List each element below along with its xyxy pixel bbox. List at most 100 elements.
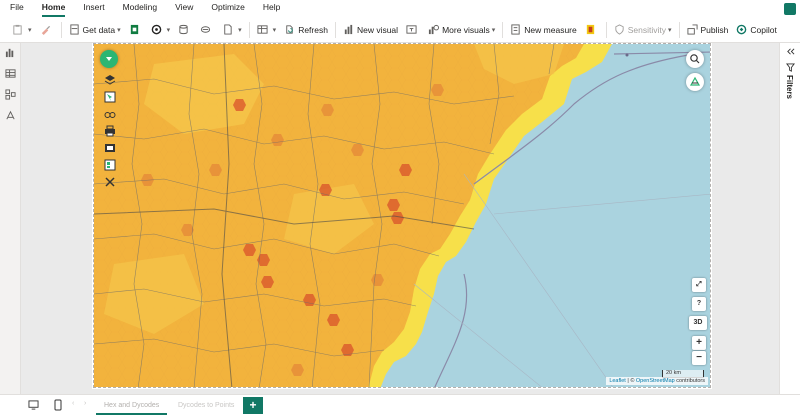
- publish-button[interactable]: Publish: [683, 20, 733, 40]
- search-icon: [690, 54, 700, 64]
- link-icon: [201, 26, 211, 33]
- enter-data-button[interactable]: [196, 20, 218, 40]
- sensitivity-label: Sensitivity: [627, 24, 666, 35]
- new-visual-button[interactable]: New visual: [339, 20, 402, 40]
- scroll-left-icon[interactable]: ‹: [72, 400, 74, 407]
- share-icon[interactable]: [784, 3, 796, 15]
- onelake-icon: [151, 24, 161, 35]
- publish-icon: [686, 24, 698, 35]
- quick-measure-button[interactable]: [581, 20, 603, 40]
- 3d-toggle-button[interactable]: 3D: [689, 316, 707, 330]
- transform-data-button[interactable]: ▾: [253, 20, 281, 40]
- binoculars-icon[interactable]: [104, 108, 116, 120]
- more-visuals-label: More visuals: [442, 24, 490, 35]
- attribution-tail: contributors: [674, 378, 705, 384]
- menu-optimize[interactable]: Optimize: [211, 0, 245, 17]
- copilot-button[interactable]: Copilot: [732, 20, 780, 40]
- paste-button[interactable]: ▾: [8, 20, 36, 40]
- dax-query-view-icon[interactable]: [5, 110, 16, 121]
- collapse-chevrons-icon[interactable]: [786, 47, 795, 56]
- new-visual-label: New visual: [356, 24, 399, 35]
- get-data-label: Get data: [82, 24, 116, 35]
- refresh-icon: [286, 25, 293, 34]
- menu-bar: File Home Insert Modeling View Optimize …: [0, 0, 800, 17]
- textbox-icon: [406, 25, 417, 34]
- quick-measure-icon: [586, 24, 594, 35]
- more-visuals-button[interactable]: More visuals ▾: [424, 20, 499, 40]
- brush-icon: [41, 25, 50, 35]
- map-attribution: Leaflet | © OpenStreetMap contributors: [606, 377, 708, 385]
- menu-home[interactable]: Home: [41, 0, 65, 17]
- basemap-button[interactable]: [686, 73, 704, 91]
- calculator-icon: [511, 24, 520, 35]
- copilot-label: Copilot: [750, 24, 777, 35]
- toggle-panel-button[interactable]: [100, 50, 118, 68]
- excel-button[interactable]: [125, 20, 147, 40]
- copilot-icon: [737, 24, 747, 35]
- zoom-out-button[interactable]: −: [692, 351, 706, 365]
- select-icon[interactable]: [104, 91, 116, 103]
- refresh-label: Refresh: [298, 24, 328, 35]
- chevron-down-icon: [106, 57, 112, 61]
- excel-icon: [130, 24, 138, 35]
- sql-server-button[interactable]: [174, 20, 196, 40]
- leaflet-link[interactable]: Leaflet: [609, 378, 626, 384]
- globe-icon: [689, 76, 701, 86]
- help-button[interactable]: ?: [692, 297, 706, 311]
- print-icon[interactable]: [104, 125, 116, 137]
- scroll-right-icon[interactable]: ›: [84, 400, 86, 407]
- sql-icon: [179, 24, 188, 35]
- refresh-button[interactable]: Refresh: [280, 20, 332, 40]
- view-switcher-rail: [0, 43, 21, 394]
- desktop-view-icon[interactable]: [28, 400, 39, 410]
- zoom-in-button[interactable]: +: [692, 336, 706, 350]
- legend-icon[interactable]: [104, 159, 116, 171]
- bar-chart-icon: [344, 24, 353, 35]
- onelake-button[interactable]: ▾: [147, 20, 175, 40]
- report-view-icon[interactable]: [5, 47, 16, 58]
- tools-icon[interactable]: [104, 176, 116, 188]
- sensitivity-button[interactable]: Sensitivity ▾: [610, 20, 676, 40]
- separator: [678, 21, 680, 38]
- format-painter-button[interactable]: [36, 20, 58, 40]
- get-data-button[interactable]: Get data ▾: [65, 20, 125, 40]
- attribution-separator: | ©: [625, 378, 636, 384]
- menu-file[interactable]: File: [10, 0, 24, 17]
- tab-dycodes-to-points[interactable]: Dycodes to Points: [170, 397, 242, 415]
- model-view-icon[interactable]: [5, 89, 16, 100]
- filters-label[interactable]: Filters: [785, 75, 794, 99]
- text-box-button[interactable]: [402, 20, 424, 40]
- separator: [60, 21, 62, 38]
- film-icon[interactable]: [104, 142, 116, 154]
- map-tiles[interactable]: [94, 44, 711, 388]
- mobile-view-icon[interactable]: [54, 399, 62, 411]
- add-page-button[interactable]: +: [243, 397, 263, 414]
- page-tabs-bar: ‹ › Hex and Dycodes Dycodes to Points +: [0, 394, 800, 416]
- database-icon: [69, 24, 79, 35]
- map-visual[interactable]: ⤢ ? 3D + − 20 km Leaflet | © OpenStreetM…: [93, 43, 711, 388]
- separator: [605, 21, 607, 38]
- separator: [334, 21, 336, 38]
- publish-label: Publish: [700, 24, 729, 35]
- document-icon: [224, 24, 232, 35]
- new-measure-label: New measure: [524, 24, 577, 35]
- filter-icon: [786, 63, 795, 72]
- visuals-icon: [428, 24, 440, 35]
- ribbon-toolbar: ▾ Get data ▾ ▾ ▾ ▾ Refresh New visual Mor…: [0, 17, 800, 43]
- recent-sources-button[interactable]: ▾: [218, 20, 246, 40]
- new-measure-button[interactable]: New measure: [506, 20, 580, 40]
- menu-insert[interactable]: Insert: [83, 0, 104, 17]
- shield-icon: [615, 24, 624, 35]
- table-view-icon[interactable]: [5, 68, 16, 79]
- table-edit-icon: [257, 25, 268, 34]
- menu-view[interactable]: View: [175, 0, 193, 17]
- fullscreen-button[interactable]: ⤢: [692, 278, 706, 292]
- osm-link[interactable]: OpenStreetMap: [636, 378, 675, 384]
- menu-help[interactable]: Help: [263, 0, 280, 17]
- menu-modeling[interactable]: Modeling: [123, 0, 158, 17]
- search-button[interactable]: [686, 50, 704, 68]
- layers-icon[interactable]: [104, 74, 116, 86]
- filters-pane: Filters: [779, 43, 800, 394]
- tab-hex-and-dycodes[interactable]: Hex and Dycodes: [96, 397, 168, 415]
- separator: [502, 21, 504, 38]
